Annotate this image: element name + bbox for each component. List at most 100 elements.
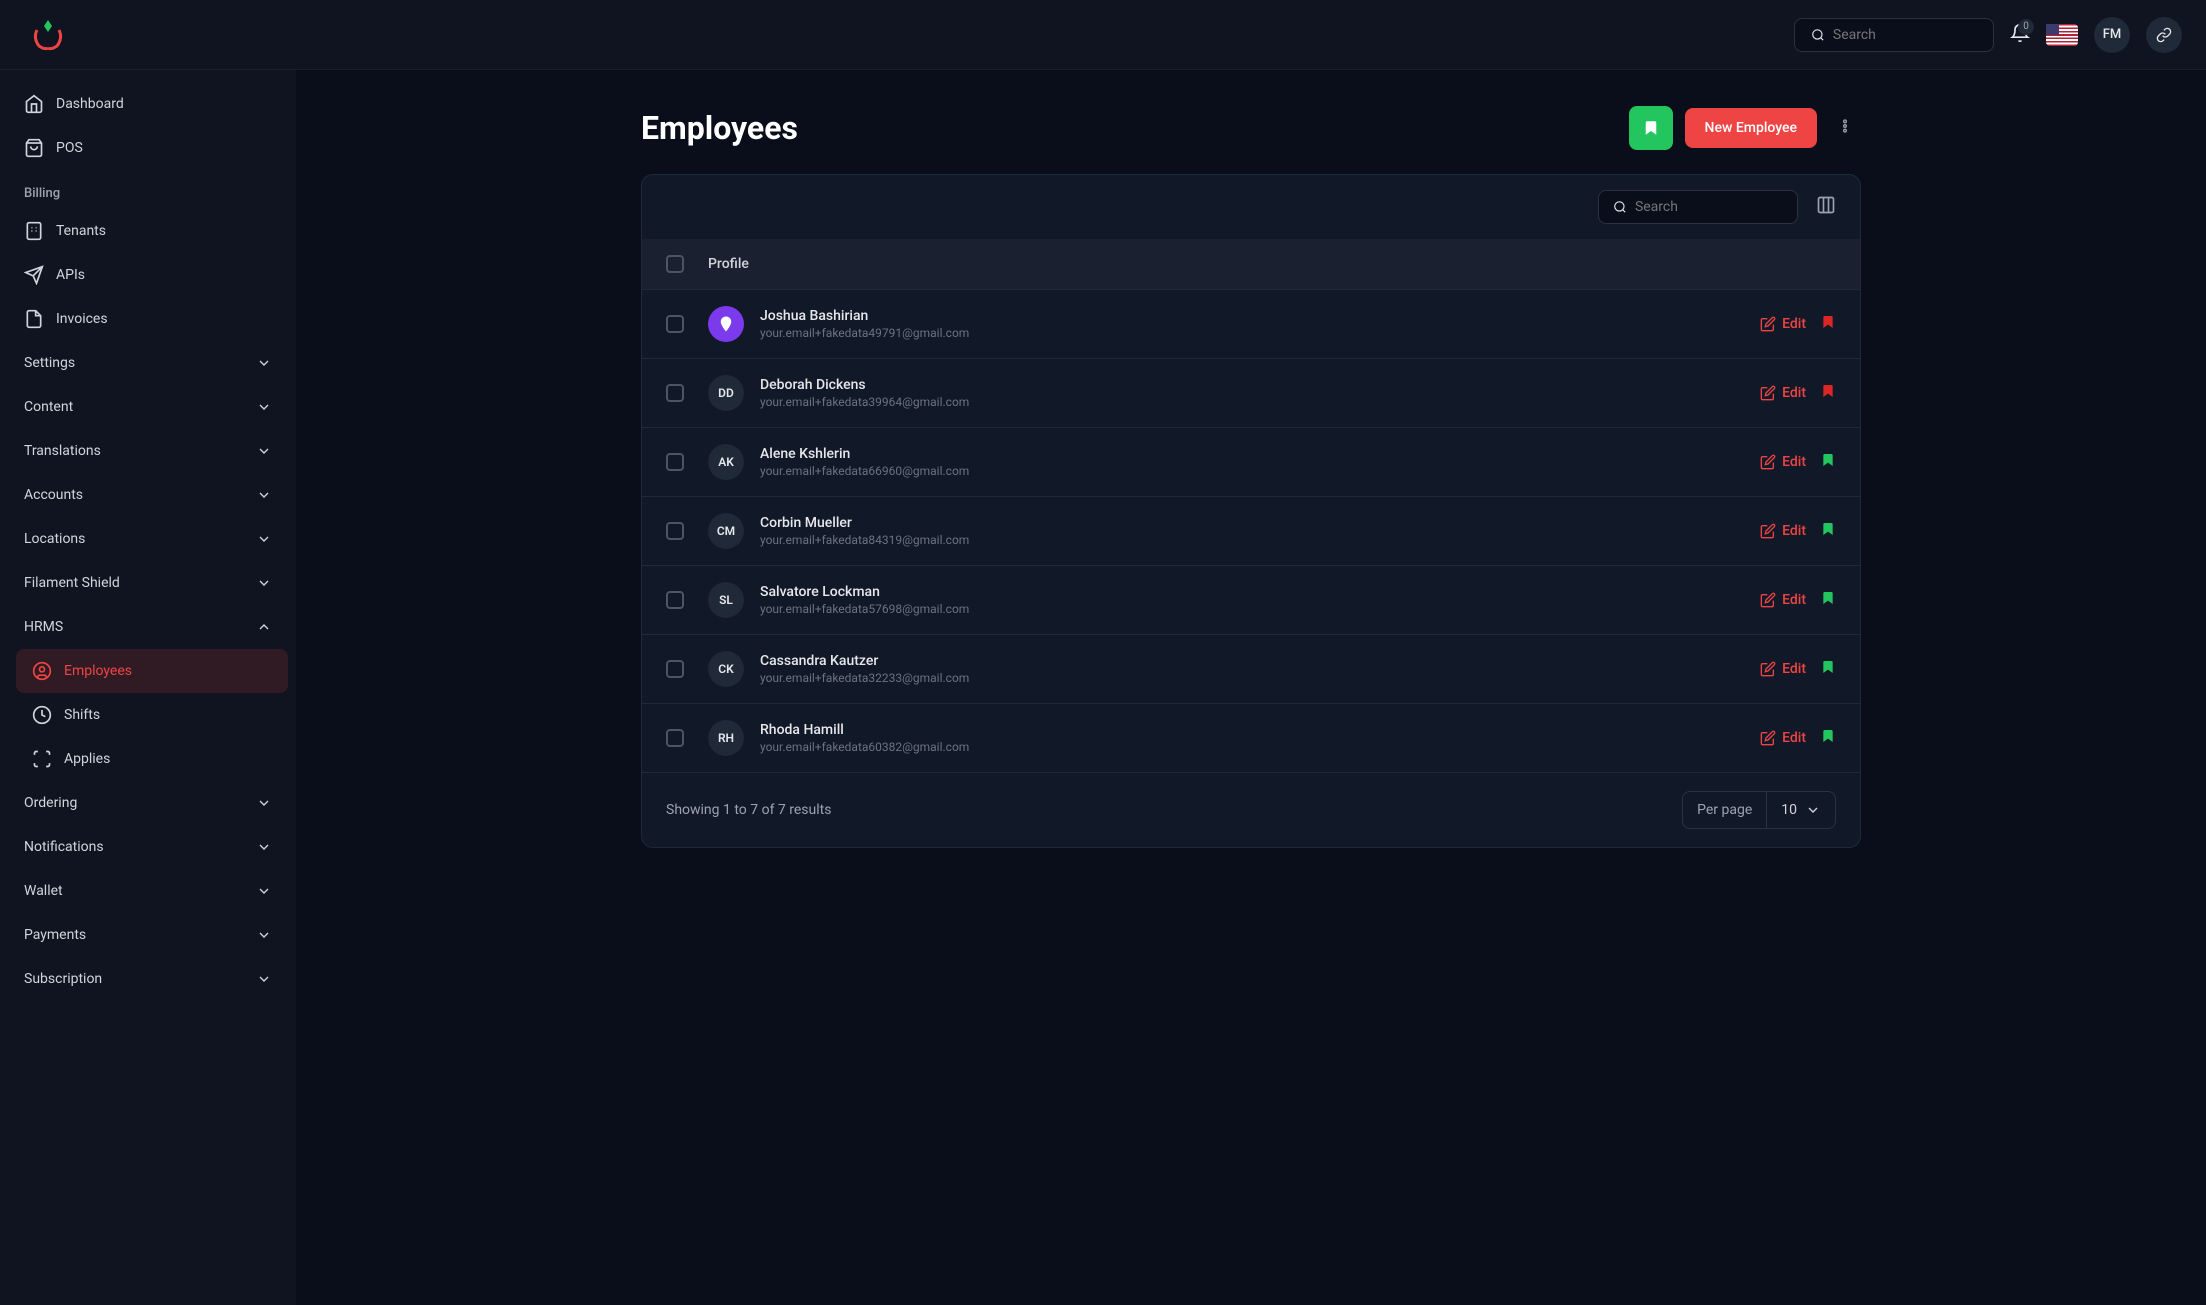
sidebar-group-translations[interactable]: Translations	[8, 429, 288, 473]
avatar: CK	[708, 651, 744, 687]
per-page-selector: Per page 10	[1682, 791, 1836, 829]
sidebar-group-subscription[interactable]: Subscription	[8, 957, 288, 1001]
avatar: DD	[708, 375, 744, 411]
table-search-input[interactable]	[1635, 199, 1783, 215]
sidebar-item-label: Shifts	[64, 707, 100, 723]
global-search[interactable]	[1794, 18, 1994, 52]
chevron-down-icon	[256, 531, 272, 547]
row-checkbox[interactable]	[666, 729, 684, 747]
search-icon	[1811, 27, 1825, 43]
bookmark-button[interactable]	[1820, 590, 1836, 610]
sidebar-item-applies[interactable]: Applies	[16, 737, 288, 781]
sidebar-item-label: Tenants	[56, 223, 106, 239]
edit-button[interactable]: Edit	[1760, 730, 1806, 746]
edit-icon	[1760, 316, 1776, 332]
table-row[interactable]: RH Rhoda Hamill your.email+fakedata60382…	[642, 703, 1860, 772]
table-row[interactable]: AK Alene Kshlerin your.email+fakedata669…	[642, 427, 1860, 496]
row-checkbox[interactable]	[666, 660, 684, 678]
edit-icon	[1760, 523, 1776, 539]
sidebar-item-tenants[interactable]: Tenants	[8, 209, 288, 253]
user-circle-icon	[32, 661, 52, 681]
table-row[interactable]: CM Corbin Mueller your.email+fakedata843…	[642, 496, 1860, 565]
bookmark-button[interactable]	[1820, 452, 1836, 472]
bookmark-icon	[1820, 521, 1836, 537]
sidebar-group-label: Locations	[24, 531, 85, 547]
table-search[interactable]	[1598, 190, 1798, 224]
bookmark-icon	[1820, 590, 1836, 606]
edit-icon	[1760, 592, 1776, 608]
edit-button[interactable]: Edit	[1760, 592, 1806, 608]
sidebar-item-pos[interactable]: POS	[8, 126, 288, 170]
sidebar-group-wallet[interactable]: Wallet	[8, 869, 288, 913]
bookmark-icon	[1642, 119, 1660, 137]
edit-icon	[1760, 661, 1776, 677]
employee-email: your.email+fakedata57698@gmail.com	[760, 602, 969, 616]
new-employee-button[interactable]: New Employee	[1685, 108, 1817, 148]
sidebar-item-label: APIs	[56, 267, 85, 283]
user-avatar[interactable]: FM	[2094, 17, 2130, 53]
sidebar-item-employees[interactable]: Employees	[16, 649, 288, 693]
edit-button[interactable]: Edit	[1760, 454, 1806, 470]
columns-toggle-button[interactable]	[1810, 189, 1842, 225]
file-icon	[24, 309, 44, 329]
bookmark-button[interactable]	[1820, 314, 1836, 334]
sidebar-group-label: Subscription	[24, 971, 102, 987]
chevron-down-icon	[256, 399, 272, 415]
sidebar-item-label: Employees	[64, 663, 132, 679]
sidebar-group-content[interactable]: Content	[8, 385, 288, 429]
table-row[interactable]: SL Salvatore Lockman your.email+fakedata…	[642, 565, 1860, 634]
sidebar-item-shifts[interactable]: Shifts	[16, 693, 288, 737]
scan-icon	[32, 749, 52, 769]
bookmark-button[interactable]	[1820, 521, 1836, 541]
edit-icon	[1760, 454, 1776, 470]
chevron-down-icon	[256, 839, 272, 855]
select-all-checkbox[interactable]	[666, 255, 684, 273]
more-actions-button[interactable]	[1829, 110, 1861, 146]
link-button[interactable]	[2146, 17, 2182, 53]
edit-button[interactable]: Edit	[1760, 385, 1806, 401]
notifications-button[interactable]: 0	[2010, 23, 2030, 47]
sidebar-group-ordering[interactable]: Ordering	[8, 781, 288, 825]
row-checkbox[interactable]	[666, 453, 684, 471]
bookmark-icon	[1820, 383, 1836, 399]
per-page-select[interactable]: 10	[1767, 792, 1835, 828]
column-header-profile[interactable]: Profile	[708, 256, 749, 272]
sidebar-group-locations[interactable]: Locations	[8, 517, 288, 561]
sidebar-group-notifications[interactable]: Notifications	[8, 825, 288, 869]
sidebar-group-accounts[interactable]: Accounts	[8, 473, 288, 517]
edit-button[interactable]: Edit	[1760, 316, 1806, 332]
bookmark-button[interactable]	[1820, 659, 1836, 679]
table-row[interactable]: CK Cassandra Kautzer your.email+fakedata…	[642, 634, 1860, 703]
table-row[interactable]: DD Deborah Dickens your.email+fakedata39…	[642, 358, 1860, 427]
bookmark-button[interactable]	[1820, 728, 1836, 748]
sidebar-group-settings[interactable]: Settings	[8, 341, 288, 385]
row-checkbox[interactable]	[666, 315, 684, 333]
columns-icon	[1816, 195, 1836, 215]
sidebar-section-billing: Billing	[8, 170, 288, 209]
sidebar-group-payments[interactable]: Payments	[8, 913, 288, 957]
bookmark-icon	[1820, 659, 1836, 675]
row-checkbox[interactable]	[666, 384, 684, 402]
link-icon	[2156, 27, 2172, 43]
edit-button[interactable]: Edit	[1760, 523, 1806, 539]
sidebar-group-label: Content	[24, 399, 73, 415]
edit-button[interactable]: Edit	[1760, 661, 1806, 677]
building-icon	[24, 221, 44, 241]
sidebar-group-filament-shield[interactable]: Filament Shield	[8, 561, 288, 605]
locale-flag[interactable]	[2046, 24, 2078, 46]
table-row[interactable]: Joshua Bashirian your.email+fakedata4979…	[642, 289, 1860, 358]
bookmark-button[interactable]	[1820, 383, 1836, 403]
sidebar-item-apis[interactable]: APIs	[8, 253, 288, 297]
app-logo[interactable]	[24, 11, 72, 59]
employee-email: your.email+fakedata84319@gmail.com	[760, 533, 969, 547]
row-checkbox[interactable]	[666, 591, 684, 609]
main-content: Employees New Employee	[296, 70, 2206, 1305]
row-checkbox[interactable]	[666, 522, 684, 540]
sidebar-group-hrms[interactable]: HRMS	[8, 605, 288, 649]
bookmark-action-button[interactable]	[1629, 106, 1673, 150]
sidebar-item-dashboard[interactable]: Dashboard	[8, 82, 288, 126]
global-search-input[interactable]	[1833, 27, 1977, 43]
notification-count: 0	[2018, 19, 2034, 35]
sidebar-item-invoices[interactable]: Invoices	[8, 297, 288, 341]
employee-name: Cassandra Kautzer	[760, 653, 969, 669]
